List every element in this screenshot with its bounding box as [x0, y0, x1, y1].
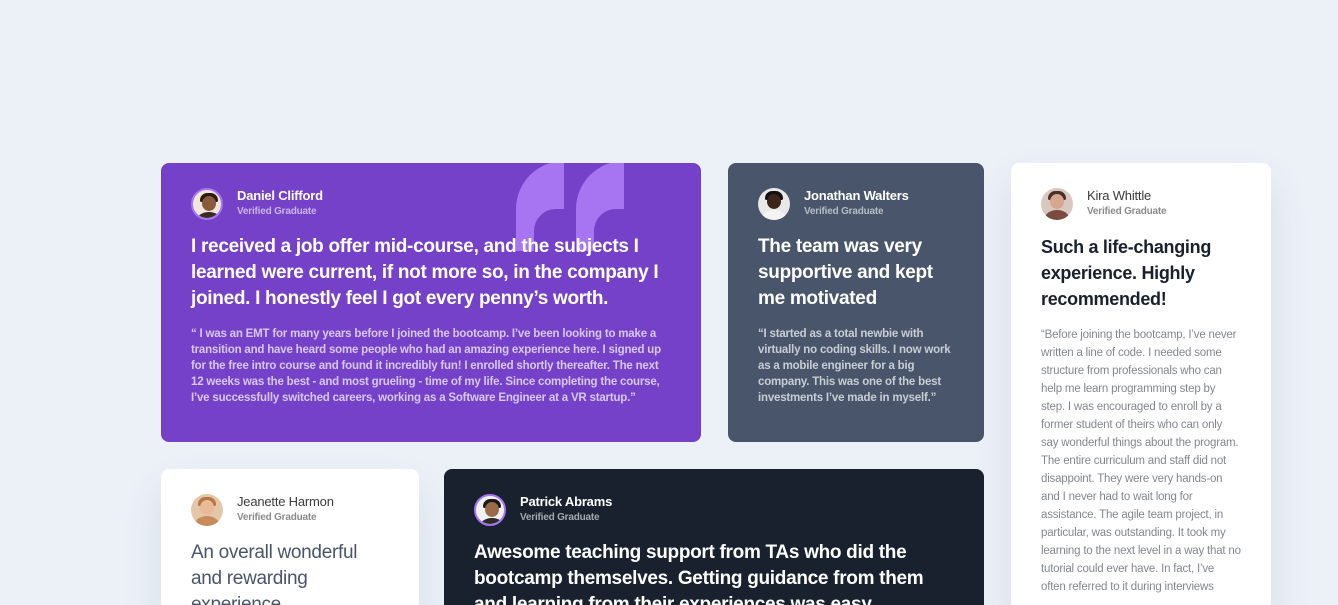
author: Jonathan Walters Verified Graduate: [758, 188, 954, 220]
testimonial-headline: I received a job offer mid-course, and t…: [191, 236, 659, 309]
testimonial-card-jonathan-walters: Jonathan Walters Verified Graduate The t…: [728, 163, 984, 442]
testimonial-card-jeanette-harmon: Jeanette Harmon Verified Graduate An ove…: [161, 469, 419, 605]
avatar: [758, 188, 790, 220]
testimonial-headline: Such a life-changing experience. Highly …: [1041, 237, 1212, 309]
avatar: [1041, 188, 1073, 220]
author-role: Verified Graduate: [237, 206, 317, 217]
author-name: Patrick Abrams: [520, 494, 613, 509]
avatar: [191, 188, 223, 220]
author: Jeanette Harmon Verified Graduate: [191, 494, 389, 526]
testimonial-card-kira-whittle: Kira Whittle Verified Graduate Such a li…: [1011, 163, 1271, 605]
author-name: Jeanette Harmon: [237, 494, 334, 509]
testimonial-quote: “I started as a total newbie with virtua…: [758, 328, 951, 404]
author-role: Verified Graduate: [237, 512, 317, 523]
author-role: Verified Graduate: [1087, 206, 1167, 217]
avatar: [191, 494, 223, 526]
author-name: Jonathan Walters: [804, 188, 909, 203]
testimonial-headline: The team was very supportive and kept me…: [758, 236, 933, 309]
author-role: Verified Graduate: [804, 206, 884, 217]
author-name: Daniel Clifford: [237, 188, 323, 203]
testimonial-headline: Awesome teaching support from TAs who di…: [474, 542, 924, 605]
author: Patrick Abrams Verified Graduate: [474, 494, 954, 526]
author-name: Kira Whittle: [1087, 188, 1152, 203]
testimonial-card-patrick-abrams: Patrick Abrams Verified Graduate Awesome…: [444, 469, 984, 605]
avatar: [474, 494, 506, 526]
testimonial-card-daniel-clifford: Daniel Clifford Verified Graduate I rece…: [161, 163, 701, 442]
author: Kira Whittle Verified Graduate: [1041, 188, 1241, 220]
testimonial-quote: “Before joining the bootcamp, I’ve never…: [1041, 329, 1241, 593]
testimonial-quote: “ I was an EMT for many years before I j…: [191, 328, 661, 404]
author-role: Verified Graduate: [520, 512, 600, 523]
testimonial-headline: An overall wonderful and rewarding exper…: [191, 542, 358, 605]
